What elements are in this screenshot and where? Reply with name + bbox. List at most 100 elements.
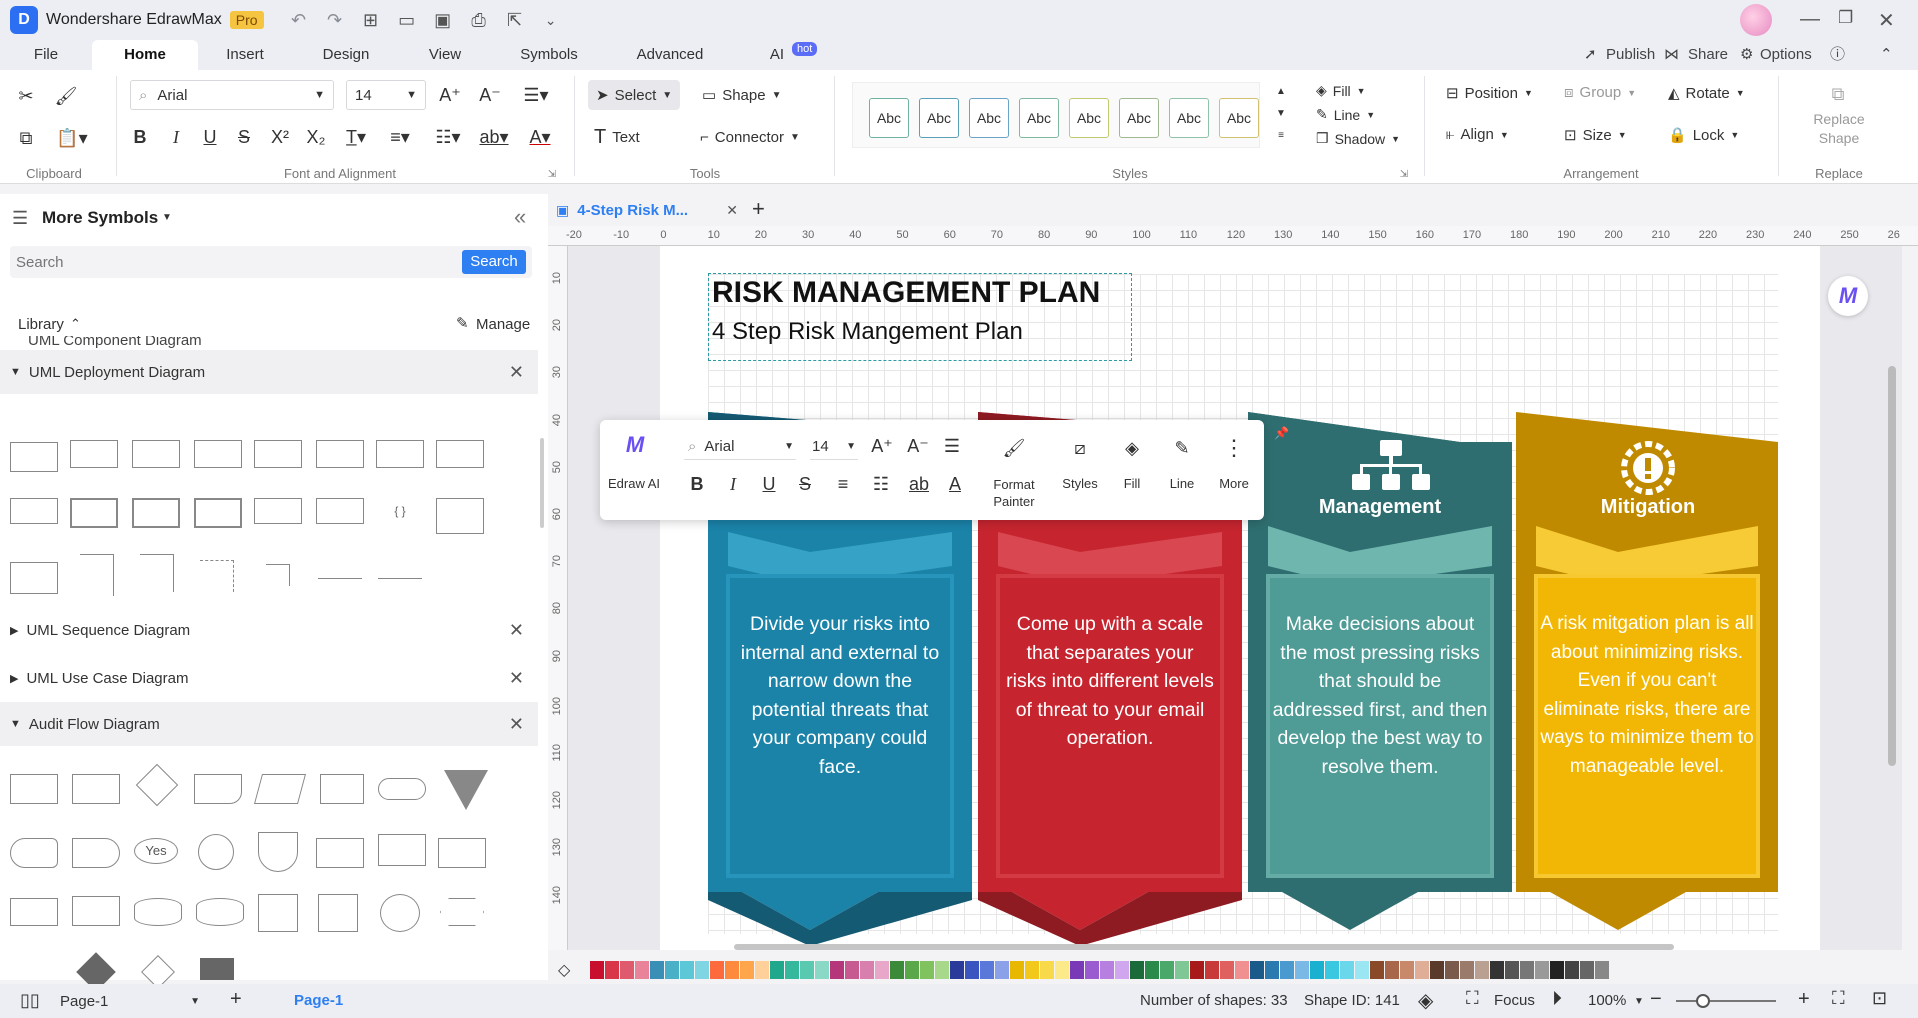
color-swatch[interactable] <box>1310 961 1324 979</box>
float-italic-icon[interactable]: I <box>722 472 744 496</box>
close-window-icon[interactable]: ✕ <box>1878 8 1895 33</box>
lock-button[interactable]: 🔒 Lock ▼ <box>1668 126 1739 145</box>
pin-icon[interactable]: 📌 <box>1274 426 1289 440</box>
text-button[interactable]: T Text <box>594 122 640 152</box>
style-swatch-1[interactable]: Abc <box>869 98 909 138</box>
category-audit-flow[interactable]: ▼ Audit Flow Diagram ✕ <box>0 702 538 746</box>
color-swatch[interactable] <box>815 961 829 979</box>
style-swatch-5[interactable]: Abc <box>1069 98 1109 138</box>
symbol-package[interactable] <box>70 498 118 528</box>
color-swatch[interactable] <box>905 961 919 979</box>
color-swatch[interactable] <box>1490 961 1504 979</box>
color-swatch[interactable] <box>1295 961 1309 979</box>
undo-icon[interactable]: ↶ <box>288 9 310 31</box>
tab-file[interactable]: File <box>20 40 72 70</box>
fill-icon[interactable]: ◈ <box>1118 434 1146 462</box>
color-swatch[interactable] <box>845 961 859 979</box>
color-swatch[interactable] <box>860 961 874 979</box>
symbol-package-3[interactable] <box>194 498 242 528</box>
redo-icon[interactable]: ↷ <box>324 9 346 31</box>
color-swatch[interactable] <box>1460 961 1474 979</box>
symbol-artifact-2[interactable] <box>376 440 424 468</box>
color-swatch[interactable] <box>1235 961 1249 979</box>
color-swatch[interactable] <box>1100 961 1114 979</box>
shadow-button[interactable]: ❒ Shadow ▼ <box>1316 130 1400 147</box>
symbol-filled-rect[interactable] <box>200 958 234 980</box>
card-1-text[interactable]: Divide your risks into internal and exte… <box>734 610 946 782</box>
symbol-object[interactable] <box>70 440 118 468</box>
restore-icon[interactable]: ❐ <box>1838 8 1853 28</box>
color-swatch[interactable] <box>770 961 784 979</box>
card-4-text[interactable]: A risk mitgation plan is all about minim… <box>1538 610 1756 782</box>
color-swatch[interactable] <box>665 961 679 979</box>
page-select[interactable]: Page-1 ▼ <box>60 990 200 1012</box>
format-painter-label[interactable]: Format Painter <box>984 476 1044 510</box>
zoom-value[interactable]: 100% <box>1588 992 1626 1009</box>
color-swatch[interactable] <box>740 961 754 979</box>
underline-icon[interactable]: U <box>198 124 222 150</box>
highlight-icon[interactable]: ab▾ <box>474 124 514 150</box>
fit-page-icon[interactable]: ⛶ <box>1832 988 1845 1009</box>
add-page-icon[interactable]: + <box>230 988 242 1011</box>
symbol-node[interactable] <box>10 442 58 472</box>
color-swatch[interactable] <box>1505 961 1519 979</box>
zoom-slider[interactable] <box>1676 1000 1776 1002</box>
symbol-object-attr[interactable] <box>132 440 180 468</box>
document-tab[interactable]: ▣ 4-Step Risk M... ✕ <box>556 194 744 226</box>
color-swatch[interactable] <box>1475 961 1489 979</box>
color-swatch[interactable] <box>1085 961 1099 979</box>
float-highlight-icon[interactable]: ab <box>906 472 932 496</box>
save-icon[interactable]: ▣ <box>432 9 454 31</box>
color-swatch[interactable] <box>1250 961 1264 979</box>
drawing-page[interactable]: RISK MANAGEMENT PLAN 4 Step Risk Mangeme… <box>660 246 1820 950</box>
color-swatch[interactable] <box>1025 961 1039 979</box>
symbol-predefined[interactable] <box>316 838 364 868</box>
style-swatch-4[interactable]: Abc <box>1019 98 1059 138</box>
edraw-ai-label[interactable]: Edraw AI <box>606 476 662 491</box>
open-folder-icon[interactable]: ▭ <box>396 9 418 31</box>
color-swatch[interactable] <box>935 961 949 979</box>
tab-design[interactable]: Design <box>313 40 379 70</box>
panel-title[interactable]: More Symbols <box>42 208 158 228</box>
color-swatch[interactable] <box>1220 961 1234 979</box>
color-swatch[interactable] <box>725 961 739 979</box>
symbol-multi-document[interactable] <box>378 834 426 866</box>
manage-button[interactable]: Manage <box>476 316 530 333</box>
color-swatch[interactable] <box>695 961 709 979</box>
float-underline-icon[interactable]: U <box>758 472 780 496</box>
options-button[interactable]: Options <box>1760 40 1812 70</box>
card-3-text[interactable]: Make decisions about the most pressing r… <box>1272 610 1488 782</box>
library-label[interactable]: Library <box>18 316 64 333</box>
connector-button[interactable]: ⌐ Connector ▼ <box>700 122 800 152</box>
symbol-deployment-spec[interactable] <box>316 498 364 524</box>
new-tab-icon[interactable]: + <box>752 196 765 222</box>
italic-icon[interactable]: I <box>164 124 188 150</box>
symbol-internal-storage[interactable] <box>438 838 486 868</box>
symbol-card[interactable] <box>258 894 298 932</box>
customize-chevron-icon[interactable]: ⌄ <box>540 9 562 31</box>
symbol-node-2[interactable] <box>10 562 58 594</box>
symbol-preparation[interactable] <box>440 898 484 926</box>
style-swatch-7[interactable]: Abc <box>1169 98 1209 138</box>
color-swatch[interactable] <box>1580 961 1594 979</box>
text-format-icon[interactable]: T̲▾ <box>338 124 374 150</box>
color-swatch[interactable] <box>1415 961 1429 979</box>
color-swatch[interactable] <box>590 961 604 979</box>
color-swatch[interactable] <box>1175 961 1189 979</box>
subscript-icon[interactable]: X₂ <box>302 124 330 150</box>
symbol-process[interactable] <box>10 774 58 804</box>
fullscreen-icon[interactable]: ⊡ <box>1872 988 1887 1009</box>
color-swatch[interactable] <box>890 961 904 979</box>
color-swatch[interactable] <box>965 961 979 979</box>
symbol-artifact-4[interactable] <box>10 498 58 524</box>
tab-home[interactable]: Home <box>92 40 198 70</box>
position-button[interactable]: ⊟ Position ▼ <box>1446 84 1533 103</box>
cut-icon[interactable]: ✂ <box>14 84 38 108</box>
color-swatch[interactable] <box>950 961 964 979</box>
color-swatch[interactable] <box>785 961 799 979</box>
bold-icon[interactable]: B <box>128 124 152 150</box>
fill-none-icon[interactable]: ◇ <box>558 960 570 980</box>
format-brush-icon[interactable]: 🖌 <box>54 84 78 108</box>
color-swatch[interactable] <box>875 961 889 979</box>
more-label[interactable]: More <box>1210 476 1258 491</box>
